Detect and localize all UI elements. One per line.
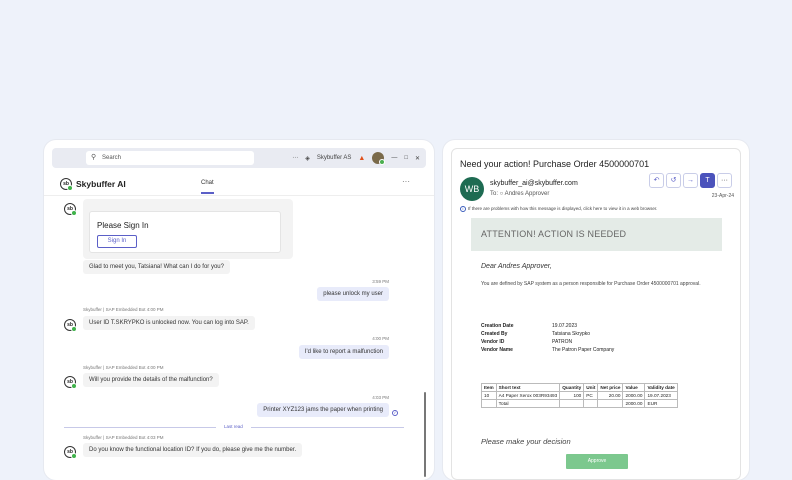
teams-window: ⚲ Search ··· ◈ Skybuffer AS ▲ — □ ✕ sb S… (44, 140, 434, 480)
search-icon: ⚲ (91, 154, 97, 161)
app-title: Skybuffer AI (76, 179, 126, 189)
org-name[interactable]: Skybuffer AS (317, 155, 352, 161)
forward-icon[interactable]: → (683, 173, 698, 188)
message-meta: Skybuffer | SAP Embedded Bot 4:00 PM (83, 307, 164, 312)
detail-row: Creation Date 19.07.2023 (481, 323, 578, 329)
message-meta: Skybuffer | SAP Embedded Bot 4:00 PM (83, 365, 164, 370)
user-message: I'd like to report a malfunction (298, 345, 389, 359)
email-actions: ↶ ↺ → T ··· (649, 173, 732, 188)
sender-avatar: WB (460, 177, 484, 201)
avatar[interactable] (372, 152, 386, 165)
sign-in-button[interactable]: Sign In (97, 235, 137, 248)
bot-logo: sb (64, 376, 77, 389)
detail-row: Vendor Name The Patron Paper Company (481, 347, 615, 353)
detail-row: Vendor ID PATRON (481, 339, 573, 345)
minimize-icon[interactable]: — (391, 155, 397, 161)
info-bar[interactable]: i If there are problems with how this mes… (460, 206, 657, 212)
message-time: 4:03 PM (372, 395, 389, 400)
email-date: 23-Apr-24 (711, 193, 734, 199)
read-receipt-icon: ✓ (392, 410, 398, 416)
bot-logo: sb (64, 446, 77, 459)
email-body: Need your action! Purchase Order 4500000… (451, 148, 741, 480)
approve-button[interactable]: Approve (566, 454, 628, 469)
reply-all-icon[interactable]: ↺ (666, 173, 681, 188)
user-message: please unlock my user (317, 287, 389, 301)
message-meta: Skybuffer | SAP Embedded Bot 4:03 PM (83, 435, 164, 440)
email-subject: Need your action! Purchase Order 4500000… (460, 159, 650, 169)
last-read-divider: Last read (64, 424, 404, 430)
email-window: Need your action! Purchase Order 4500000… (443, 140, 749, 480)
body-paragraph: You are defined by SAP system as a perso… (481, 281, 701, 287)
message-time: 3:59 PM (372, 279, 389, 284)
bot-message: User ID T.SKRYPKO is unlocked now. You c… (83, 316, 255, 330)
info-icon: i (460, 206, 466, 212)
table-row: Total 2000.00 EUR (481, 399, 678, 408)
bot-message: Will you provide the details of the malf… (83, 373, 219, 387)
tab-chat[interactable]: Chat (201, 180, 214, 194)
bot-message: Glad to meet you, Tatsiana! What can I d… (83, 260, 230, 274)
search-input[interactable]: ⚲ Search (86, 151, 254, 165)
warning-icon: ▲ (358, 154, 366, 162)
copilot-icon[interactable]: ◈ (305, 155, 310, 162)
info-text: If there are problems with how this mess… (468, 206, 658, 211)
signin-card: Please Sign In Sign In (83, 199, 293, 259)
search-placeholder: Search (102, 155, 122, 161)
maximize-icon[interactable]: □ (404, 155, 408, 161)
sender-address[interactable]: skybuffer_ai@skybuffer.com (490, 180, 578, 187)
more-icon[interactable]: ··· (292, 155, 298, 161)
user-message: Printer XYZ123 jams the paper when print… (257, 403, 389, 417)
recipient[interactable]: To: ○ Andres Approver (490, 191, 549, 197)
close-icon[interactable]: ✕ (415, 155, 420, 162)
table-header-row: Item Short text Quantity Unit Net price Value… (481, 383, 678, 392)
message-time: 4:00 PM (372, 336, 389, 341)
bot-message: Do you know the functional location ID? … (83, 443, 303, 457)
title-bar-right: ··· ◈ Skybuffer AS ▲ — □ ✕ (292, 151, 420, 165)
chat-header: sb Skybuffer AI Chat ··· (44, 172, 434, 196)
signin-title: Please Sign In (97, 221, 149, 230)
header-more-icon[interactable]: ··· (402, 177, 410, 186)
teams-icon[interactable]: T (700, 173, 715, 188)
items-table: Item Short text Quantity Unit Net price Value… (481, 383, 678, 408)
scrollbar[interactable] (424, 392, 426, 477)
greeting: Dear Andres Approver, (481, 263, 552, 270)
reply-icon[interactable]: ↶ (649, 173, 664, 188)
chat-area: sb Please Sign In Sign In Glad to meet y… (44, 197, 434, 480)
decision-prompt: Please make your decision (481, 437, 571, 446)
table-row: 10 A4 Paper Xerox 003R93493 100 PC 20.00 2000… (481, 391, 678, 400)
title-bar: ⚲ Search ··· ◈ Skybuffer AS ▲ — □ ✕ (52, 148, 426, 168)
attention-banner: ATTENTION! ACTION IS NEEDED (471, 218, 722, 251)
last-read-label: Last read (216, 424, 251, 429)
bot-logo: sb (60, 178, 73, 191)
bot-logo: sb (64, 203, 77, 216)
signin-card-body: Please Sign In Sign In (89, 211, 281, 253)
bot-logo: sb (64, 319, 77, 332)
detail-row: Created By Tatsiana Skrypko (481, 331, 591, 337)
more-icon[interactable]: ··· (717, 173, 732, 188)
